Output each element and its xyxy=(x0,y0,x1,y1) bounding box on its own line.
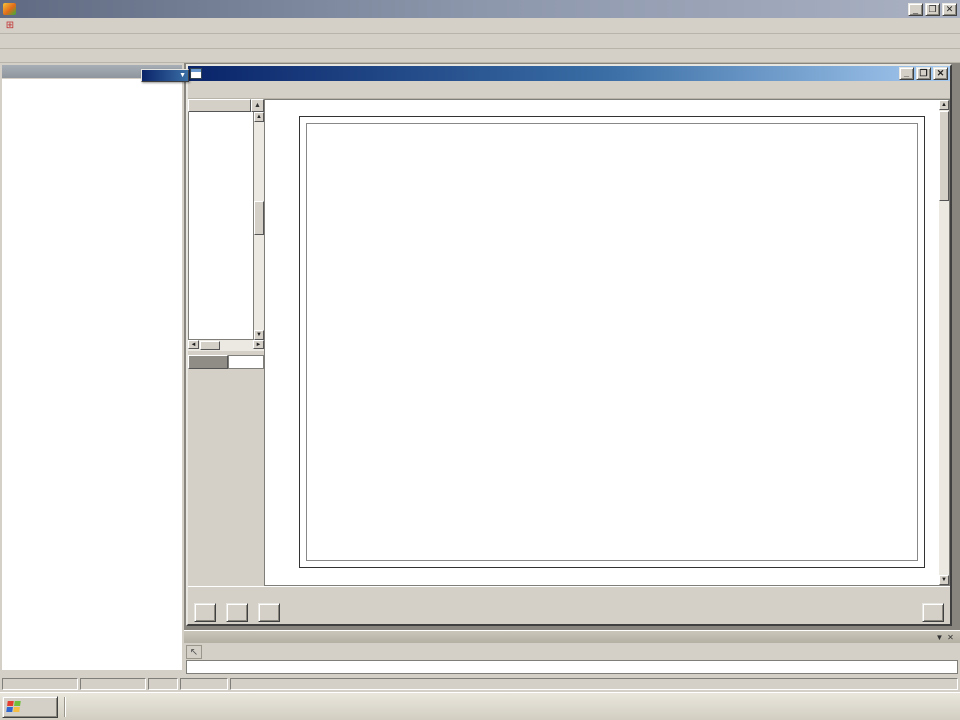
pin-icon[interactable]: ▼ xyxy=(934,633,945,642)
drawing-gallery-window: _ ❐ ✕ ▲ ▲ xyxy=(186,64,952,626)
close-panel-icon[interactable]: ✕ xyxy=(945,633,956,642)
menubar: ⊞ xyxy=(0,18,960,34)
screen: _ ❐ ✕ ⊞ _ ❐ ✕ xyxy=(0,0,960,720)
gallery-statusbar xyxy=(188,586,950,600)
minimize-button[interactable]: _ xyxy=(908,3,923,16)
unit-indicator[interactable] xyxy=(148,678,178,690)
command-line-panel: ▼ ✕ ↖ xyxy=(184,630,960,676)
scroll-left-icon[interactable]: ◄ xyxy=(188,340,199,349)
taskbar xyxy=(0,692,960,720)
app-titlebar: _ ❐ ✕ xyxy=(0,0,960,18)
new-button[interactable] xyxy=(194,603,216,622)
gallery-button-row xyxy=(188,600,950,624)
scroll-thumb[interactable] xyxy=(254,201,264,235)
delete-button[interactable] xyxy=(258,603,280,622)
scroll-up-icon[interactable]: ▲ xyxy=(254,112,264,122)
status-message xyxy=(230,678,958,690)
status-segment-2 xyxy=(80,678,146,690)
mdi-child-icon[interactable]: ⊞ xyxy=(2,20,18,32)
menu-tree xyxy=(2,79,182,670)
scroll-right-icon[interactable]: ► xyxy=(253,340,264,349)
plot-list-panel: ▲ ▲ ▼ ◄ ► xyxy=(188,99,264,586)
gallery-toolbar xyxy=(188,81,950,99)
status-segment-1 xyxy=(2,678,78,690)
windows-flag-icon xyxy=(6,701,21,712)
mdi-workspace: _ ❐ ✕ ▲ ▲ xyxy=(184,63,960,630)
list-horizontal-scrollbar[interactable]: ◄ ► xyxy=(188,340,264,351)
start-button[interactable] xyxy=(2,696,58,718)
ramp-detail-drawing xyxy=(369,389,563,545)
list-vertical-scrollbar[interactable]: ▲ ▼ xyxy=(254,112,264,340)
close-gallery-button[interactable] xyxy=(922,603,944,622)
filter-name-value[interactable] xyxy=(228,355,264,369)
scroll-up-icon[interactable]: ▲ xyxy=(939,100,949,110)
gallery-titlebar[interactable]: _ ❐ ✕ xyxy=(188,66,950,81)
view-floating-toolbar: ▼ xyxy=(141,69,189,82)
taskbar-separator xyxy=(64,697,66,717)
view-toolbar-header[interactable]: ▼ xyxy=(142,70,188,81)
edit-button[interactable] xyxy=(226,603,248,622)
plane-indicator[interactable] xyxy=(180,678,228,690)
toolbar-row-1 xyxy=(0,34,960,49)
menu-tree-panel xyxy=(0,63,184,676)
scroll-down-icon[interactable]: ▼ xyxy=(254,330,264,340)
chevron-down-icon[interactable]: ▼ xyxy=(179,72,186,79)
gallery-close-button[interactable]: ✕ xyxy=(933,67,948,80)
gallery-window-icon xyxy=(190,68,202,79)
filter-name-label[interactable] xyxy=(188,355,228,369)
scroll-thumb[interactable] xyxy=(939,111,949,201)
title-block xyxy=(831,454,917,552)
plot-list xyxy=(188,112,254,340)
gallery-maximize-button[interactable]: ❐ xyxy=(916,67,931,80)
scroll-thumb[interactable] xyxy=(200,341,220,350)
close-button[interactable]: ✕ xyxy=(942,3,957,16)
sort-ascending-icon[interactable]: ▲ xyxy=(251,99,264,112)
gallery-minimize-button[interactable]: _ xyxy=(899,67,914,80)
command-input[interactable] xyxy=(186,660,958,674)
elevation-drawing xyxy=(309,130,634,388)
isometric-ramp-drawing xyxy=(631,134,923,450)
maximize-button[interactable]: ❐ xyxy=(925,3,940,16)
cursor-mode-icon[interactable]: ↖ xyxy=(186,645,202,659)
list-column-header[interactable] xyxy=(188,99,251,112)
app-statusbar xyxy=(0,676,960,692)
drawing-canvas[interactable]: ▲ ▼ xyxy=(264,99,950,586)
scroll-down-icon[interactable]: ▼ xyxy=(939,575,949,585)
scia-app-icon xyxy=(3,3,16,15)
command-line-header: ▼ ✕ xyxy=(184,631,960,643)
toolbar-row-2 xyxy=(0,49,960,63)
canvas-vertical-scrollbar[interactable]: ▲ ▼ xyxy=(939,100,949,585)
main-area: _ ❐ ✕ ▲ ▲ xyxy=(0,63,960,676)
